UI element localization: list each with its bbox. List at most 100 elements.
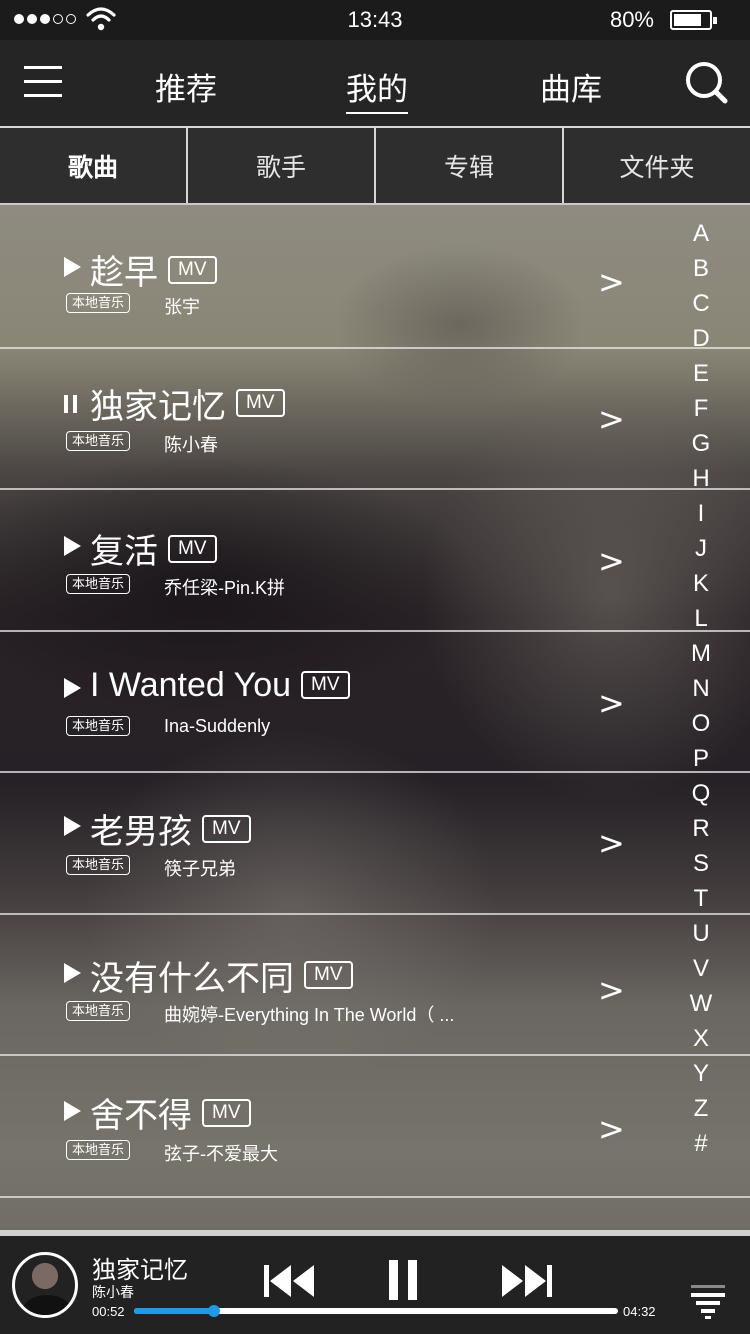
song-title: 没有什么不同 [90,959,294,998]
alphabet-letter[interactable]: R [684,811,718,846]
song-row[interactable]: 舍不得 MV 本地音乐 弦子-不爱最大 > [0,1056,750,1198]
alphabet-index[interactable]: A B C D E F G H I J K L M N O P Q R S T U V W X Y Z # [684,216,718,1161]
alphabet-letter[interactable]: K [684,566,718,601]
play-icon[interactable] [64,816,81,836]
progress-knob[interactable] [207,1305,220,1317]
total-time: 04:32 [623,1304,656,1319]
local-music-tag: 本地音乐 [66,430,131,451]
local-music-tag: 本地音乐 [66,1000,131,1021]
alphabet-letter[interactable]: L [684,601,718,636]
alphabet-letter[interactable]: X [684,1021,718,1056]
alphabet-letter[interactable]: V [684,951,718,986]
alphabet-letter[interactable]: P [684,741,718,776]
alphabet-letter[interactable]: I [684,496,718,531]
battery-percent: 80% [609,7,654,32]
song-row[interactable]: 独家记忆 MV 本地音乐 陈小春 > [0,349,750,490]
local-music-tag: 本地音乐 [66,715,131,736]
play-icon[interactable] [64,1101,81,1121]
alphabet-letter[interactable]: M [684,636,718,671]
pause-button[interactable] [389,1260,417,1300]
mv-badge[interactable]: MV [301,671,350,699]
top-navigation: 推荐 我的 曲库 [0,40,750,128]
song-artist: 筷子兄弟 [164,859,236,879]
chevron-right-icon[interactable]: > [598,971,625,1009]
song-row[interactable]: 趁早 MV 本地音乐 张宇 > [0,207,750,349]
alphabet-letter[interactable]: J [684,531,718,566]
chevron-right-icon[interactable]: > [598,1110,625,1148]
alphabet-letter[interactable]: W [684,986,718,1021]
now-playing-title: 独家记忆 [92,1257,188,1284]
elapsed-time: 00:52 [92,1304,125,1319]
previous-track-icon[interactable] [264,1264,316,1298]
tab-mine[interactable]: 我的 [346,64,408,114]
local-music-tag: 本地音乐 [66,855,131,875]
progress-bar[interactable] [134,1305,618,1317]
search-icon[interactable] [684,60,728,104]
song-artist: 张宇 [164,297,200,317]
mv-badge[interactable]: MV [168,534,217,563]
playlist-icon[interactable] [690,1284,726,1320]
subtab-artists[interactable]: 歌手 [188,128,376,203]
alphabet-letter[interactable]: B [684,251,718,286]
chevron-right-icon[interactable]: > [598,824,625,862]
alphabet-letter[interactable]: D [684,321,718,356]
play-icon[interactable] [64,962,81,983]
chevron-right-icon[interactable]: > [598,542,625,580]
now-playing-bar: 独家记忆 陈小春 00:52 04:32 [0,1236,750,1334]
song-row[interactable]: 老男孩 MV 本地音乐 筷子兄弟 > [0,773,750,915]
alphabet-letter[interactable]: # [684,1126,718,1161]
song-artist: 乔任梁-Pin.K拼 [164,578,286,598]
now-playing-artist: 陈小春 [92,1284,134,1300]
mv-badge[interactable]: MV [304,961,353,989]
subtab-folders[interactable]: 文件夹 [564,128,750,203]
song-row[interactable]: I Wanted You MV 本地音乐 Ina-Suddenly > [0,632,750,773]
alphabet-letter[interactable]: O [684,706,718,741]
alphabet-letter[interactable]: G [684,426,718,461]
mv-badge[interactable]: MV [168,255,217,284]
song-title: 舍不得 [90,1097,192,1135]
song-artist: Ina-Suddenly [164,715,271,736]
alphabet-letter[interactable]: N [684,671,718,706]
subtab-songs[interactable]: 歌曲 [0,128,188,203]
alphabet-letter[interactable]: Q [684,776,718,811]
album-avatar[interactable] [12,1252,78,1318]
alphabet-letter[interactable]: T [684,881,718,916]
chevron-right-icon[interactable]: > [598,684,625,722]
mv-badge[interactable]: MV [236,389,285,417]
alphabet-letter[interactable]: Y [684,1056,718,1091]
alphabet-letter[interactable]: U [684,916,718,951]
song-artist: 曲婉婷-Everything In The World（ ... [164,1004,455,1025]
song-row[interactable]: 复活 MV 本地音乐 乔任梁-Pin.K拼 > [0,490,750,632]
play-icon[interactable] [64,536,81,556]
local-music-tag: 本地音乐 [66,293,131,313]
song-title: 复活 [90,533,158,571]
alphabet-letter[interactable]: Z [684,1091,718,1126]
mv-badge[interactable]: MV [202,814,251,843]
play-icon[interactable] [64,677,81,698]
subtab-albums[interactable]: 专辑 [376,128,564,203]
alphabet-letter[interactable]: H [684,461,718,496]
category-tabs: 歌曲 歌手 专辑 文件夹 [0,128,750,205]
tab-recommend[interactable]: 推荐 [155,64,217,109]
alphabet-letter[interactable]: S [684,846,718,881]
status-bar: 13:43 80% [0,0,750,40]
song-list: 趁早 MV 本地音乐 张宇 > 独家记忆 MV 本地音乐 陈小春 > 复活 MV 本地… [0,207,750,1198]
play-icon[interactable] [64,257,81,277]
alphabet-letter[interactable]: E [684,356,718,391]
pause-icon[interactable] [64,394,78,413]
song-title: 独家记忆 [90,387,226,426]
menu-icon[interactable] [24,66,62,98]
chevron-right-icon[interactable]: > [598,400,625,438]
alphabet-letter[interactable]: F [684,391,718,426]
song-row[interactable]: 没有什么不同 MV 本地音乐 曲婉婷-Everything In The Worl… [0,915,750,1056]
song-title: 趁早 [90,254,158,292]
tab-library[interactable]: 曲库 [540,64,602,109]
song-artist: 弦子-不爱最大 [164,1144,278,1164]
battery-icon [670,10,717,30]
alphabet-letter[interactable]: A [684,216,718,251]
chevron-right-icon[interactable]: > [598,263,625,301]
next-track-icon[interactable] [500,1264,552,1298]
mv-badge[interactable]: MV [202,1098,251,1127]
local-music-tag: 本地音乐 [66,1140,131,1160]
alphabet-letter[interactable]: C [684,286,718,321]
